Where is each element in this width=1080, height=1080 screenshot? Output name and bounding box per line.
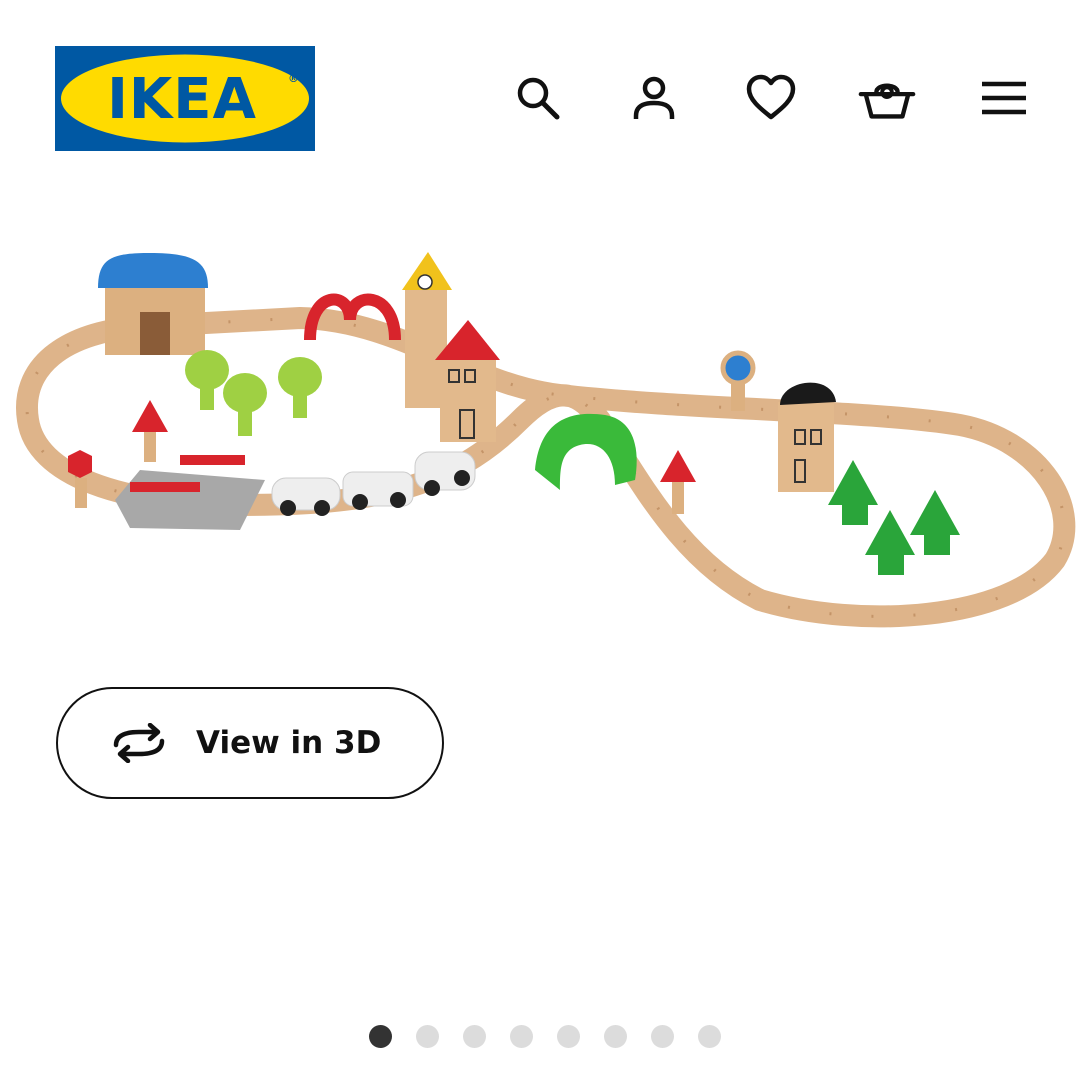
- carousel-dot[interactable]: [463, 1025, 486, 1048]
- heart-icon[interactable]: [741, 68, 801, 128]
- carousel-dot[interactable]: [651, 1025, 674, 1048]
- logo-registered-mark: ®: [288, 72, 299, 85]
- carousel-dot[interactable]: [416, 1025, 439, 1048]
- menu-icon[interactable]: [974, 68, 1034, 128]
- logo-text: IKEA: [107, 67, 257, 132]
- logo-graphic: IKEA ®: [55, 46, 315, 151]
- carousel-pagination: [369, 1025, 721, 1048]
- product-image[interactable]: [0, 220, 1080, 660]
- rotate-3d-icon: [113, 723, 165, 763]
- carousel-dot[interactable]: [510, 1025, 533, 1048]
- view-in-3d-button[interactable]: View in 3D: [56, 687, 444, 799]
- carousel-dot[interactable]: [369, 1025, 392, 1048]
- carousel-dot[interactable]: [698, 1025, 721, 1048]
- search-icon[interactable]: [508, 68, 568, 128]
- basket-icon[interactable]: [857, 68, 917, 128]
- account-icon[interactable]: [624, 68, 684, 128]
- carousel-dot[interactable]: [604, 1025, 627, 1048]
- carousel-dot[interactable]: [557, 1025, 580, 1048]
- view-in-3d-label: View in 3D: [196, 725, 382, 761]
- ikea-logo[interactable]: IKEA ®: [55, 46, 315, 151]
